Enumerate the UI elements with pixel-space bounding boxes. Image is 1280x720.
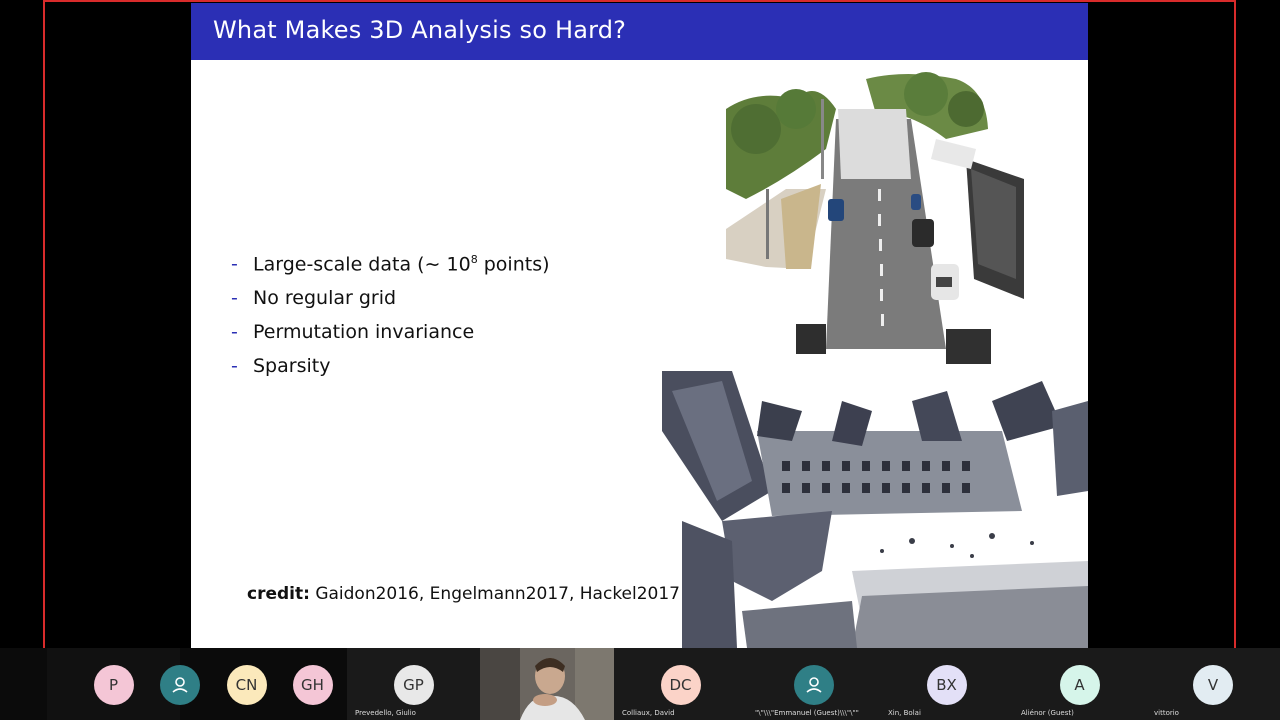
bullet-marker: - [231, 287, 238, 309]
avatar: GP [393, 665, 434, 705]
screen-share-stage: What Makes 3D Analysis so Hard? - Large-… [0, 0, 1280, 648]
participant-name: Aliénor (Guest) [1021, 709, 1074, 717]
participant-video-tile[interactable] [480, 648, 614, 720]
avatar: BX [926, 665, 967, 705]
participant-tile[interactable]: DC Colliaux, David [614, 648, 747, 720]
presentation-slide: What Makes 3D Analysis so Hard? - Large-… [191, 3, 1088, 648]
credit-line: credit: Gaidon2016, Engelmann2017, Hacke… [247, 584, 680, 604]
participant-name: "\"\\\"Emmanuel (Guest)\\\"\"" [755, 709, 859, 717]
bullet-item: - Permutation invariance [231, 321, 550, 355]
participant-name: Xin, Bolai [888, 709, 921, 717]
participant-name: Prevedello, Giulio [355, 709, 416, 717]
building-point-cloud-image [662, 371, 1088, 648]
participant-strip: P CN GH GP Prevedello, Giulio DC Colliau… [0, 648, 1280, 720]
bullet-text: Sparsity [253, 355, 331, 377]
bullet-text: Permutation invariance [253, 321, 475, 343]
slide-header: What Makes 3D Analysis so Hard? [191, 3, 1088, 60]
person-icon [793, 665, 834, 705]
bullet-item: - No regular grid [231, 287, 550, 321]
avatar: DC [660, 665, 701, 705]
slide-title: What Makes 3D Analysis so Hard? [213, 16, 627, 44]
credit-label: credit: [247, 584, 310, 604]
bullet-item: - Sparsity [231, 355, 550, 389]
bullet-marker: - [231, 321, 238, 343]
bullet-text: No regular grid [253, 287, 397, 309]
avatar: A [1059, 665, 1100, 705]
bullet-marker: - [231, 253, 238, 276]
participant-tile[interactable]: BX Xin, Bolai [880, 648, 1013, 720]
participant-tile[interactable]: V vittorio [1146, 648, 1280, 720]
participant-name: Colliaux, David [622, 709, 675, 717]
participant-name: vittorio [1154, 709, 1179, 717]
participant-tile[interactable]: "\"\\\"Emmanuel (Guest)\\\"\"" [747, 648, 880, 720]
street-point-cloud-image [726, 69, 1024, 367]
bullet-item: - Large-scale data (∼ 108 points) [231, 253, 550, 287]
participant-tile[interactable]: GP Prevedello, Giulio [347, 648, 480, 720]
bullet-text: Large-scale data (∼ 108 points) [253, 253, 550, 276]
participant-tile[interactable]: A Aliénor (Guest) [1013, 648, 1146, 720]
avatar: V [1193, 665, 1233, 705]
bullet-marker: - [231, 355, 238, 377]
webcam-video-image [480, 648, 614, 720]
avatar: GH [292, 665, 333, 705]
bullet-list: - Large-scale data (∼ 108 points) - No r… [231, 253, 550, 389]
credit-text: Gaidon2016, Engelmann2017, Hackel2017 [315, 584, 680, 604]
